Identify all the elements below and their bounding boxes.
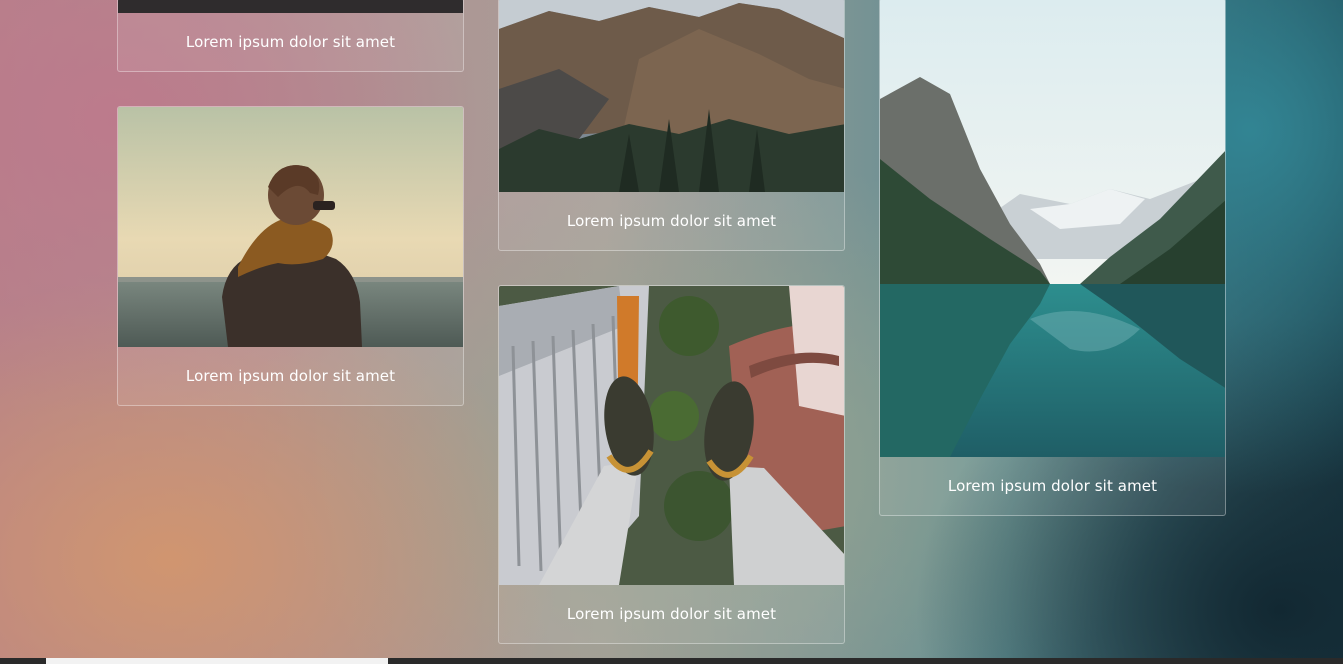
gallery-card[interactable]: Lorem ipsum dolor sit amet <box>117 0 464 72</box>
card-caption: Lorem ipsum dolor sit amet <box>185 367 396 385</box>
gallery-card[interactable]: Lorem ipsum dolor sit amet <box>117 106 464 406</box>
woman-by-sea-photo <box>118 107 463 347</box>
feet-over-city-photo <box>499 286 844 585</box>
card-caption: Lorem ipsum dolor sit amet <box>566 605 777 623</box>
card-caption: Lorem ipsum dolor sit amet <box>566 212 777 230</box>
card-caption: Lorem ipsum dolor sit amet <box>947 477 1158 495</box>
scrollbar-thumb[interactable] <box>46 658 388 664</box>
bottom-scrollbar[interactable] <box>0 658 1343 664</box>
gallery-card[interactable]: Lorem ipsum dolor sit amet <box>498 285 845 644</box>
mountain-valley-photo <box>499 0 844 192</box>
card-caption: Lorem ipsum dolor sit amet <box>185 33 396 51</box>
mountain-lake-photo <box>880 0 1225 457</box>
gallery-card[interactable]: Lorem ipsum dolor sit amet <box>879 0 1226 516</box>
gallery-card[interactable]: Lorem ipsum dolor sit amet <box>498 0 845 251</box>
dark-photo <box>118 0 463 13</box>
